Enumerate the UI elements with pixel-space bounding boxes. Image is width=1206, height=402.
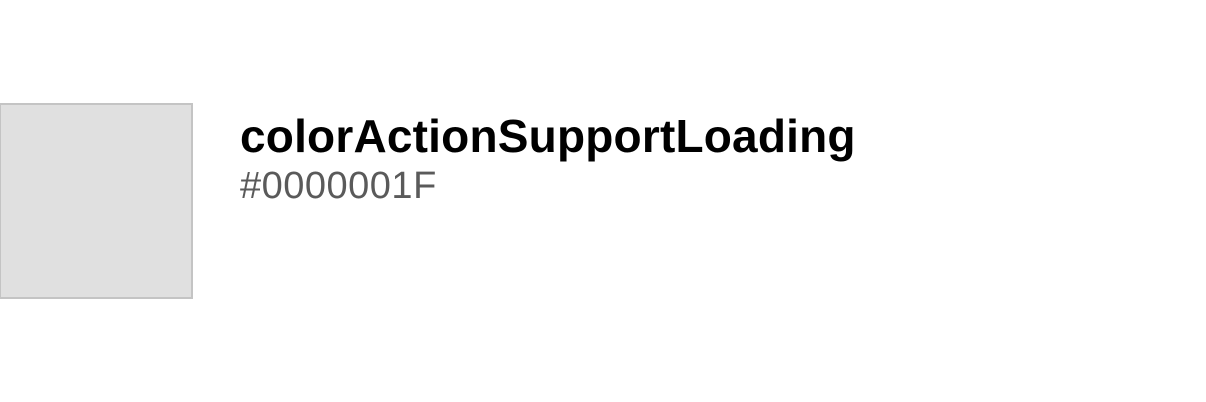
color-swatch xyxy=(0,103,193,299)
token-info: colorActionSupportLoading #0000001F xyxy=(240,109,856,211)
token-value: #0000001F xyxy=(240,165,437,207)
color-token-row: colorActionSupportLoading #0000001F xyxy=(0,103,1206,299)
token-name: colorActionSupportLoading xyxy=(240,110,856,162)
